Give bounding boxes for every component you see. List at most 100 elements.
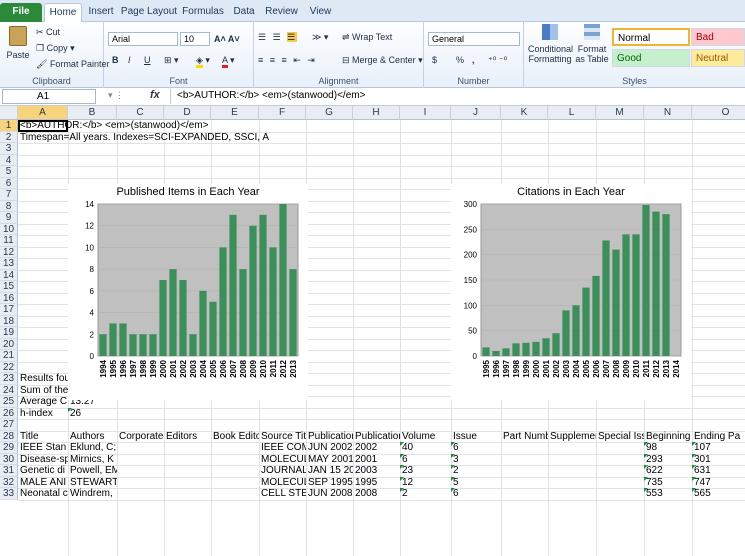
record-cell[interactable]: 6 [451,442,501,454]
formula-input[interactable]: <b>AUTHOR:</b> <em>(stanwood)</em> [170,89,743,104]
column-title[interactable]: Beginning [644,431,692,443]
record-cell[interactable]: 23 [400,465,451,477]
number-format-select[interactable]: General [428,32,520,46]
row-header-33[interactable]: 33 [0,488,18,500]
tab-insert[interactable]: Insert [84,3,118,22]
record-cell[interactable]: IEEE Stan [18,442,68,454]
record-cell[interactable]: 622 [644,465,692,477]
row-header-11[interactable]: 11 [0,235,18,247]
row-header-10[interactable]: 10 [0,223,18,235]
record-cell[interactable]: Genetic di [18,465,68,477]
row-header-28[interactable]: 28 [0,430,18,442]
record-cell[interactable]: 2003 [353,465,400,477]
tab-review[interactable]: Review [262,3,301,22]
row-header-4[interactable]: 4 [0,154,18,166]
record-cell[interactable]: Eklund, C; [68,442,117,454]
comma-button[interactable]: , [472,53,475,67]
row-header-22[interactable]: 22 [0,361,18,373]
record-cell[interactable]: 107 [692,442,745,454]
record-cell[interactable]: MAY 2001 [306,454,353,466]
record-cell[interactable]: JOURNAL [259,465,306,477]
column-title[interactable]: Book Edito [211,431,259,443]
record-cell[interactable]: 2 [400,488,451,500]
summary-label[interactable]: Results fou [18,373,68,385]
tab-file[interactable]: File [0,3,42,22]
tab-home[interactable]: Home [44,3,82,22]
cell-A2[interactable]: Timespan=All years. Indexes=SCI-EXPANDED… [18,132,618,144]
column-header-N[interactable]: N [644,106,692,120]
record-cell[interactable]: 3 [451,453,501,466]
record-cell[interactable]: 553 [644,488,692,500]
record-cell[interactable]: CELL STE [259,488,306,500]
record-cell[interactable]: MOLECUL [259,477,306,489]
row-header-1[interactable]: 1 [0,120,18,132]
row-header-14[interactable]: 14 [0,269,18,281]
fill-color-icon[interactable]: ◈ ▾ [196,53,210,68]
column-title[interactable]: Title [18,431,68,443]
record-cell[interactable]: 631 [692,465,745,477]
row-header-3[interactable]: 3 [0,143,18,155]
row-header-5[interactable]: 5 [0,166,18,178]
column-header-A[interactable]: A [18,106,68,120]
column-title[interactable]: Volume [400,431,451,443]
record-cell[interactable]: JUN 2002 [306,442,353,454]
style-normal[interactable]: Normal [612,28,690,46]
column-title[interactable]: Ending Pa [692,431,745,443]
record-cell[interactable]: 565 [692,488,745,500]
record-cell[interactable]: MOLECUL [259,454,306,466]
row-header-18[interactable]: 18 [0,315,18,327]
tab-formulas[interactable]: Formulas [180,3,226,22]
record-cell[interactable]: 2 [451,465,501,477]
summary-label[interactable]: Average C [18,396,68,408]
style-bad[interactable]: Bad [691,28,745,46]
fx-icon[interactable]: fx [150,89,160,101]
record-cell[interactable]: STEWART [68,477,117,489]
summary-value[interactable]: 26 [68,407,117,420]
row-header-31[interactable]: 31 [0,465,18,477]
column-header-O[interactable]: O [692,106,745,120]
row-header-32[interactable]: 32 [0,476,18,488]
row-header-16[interactable]: 16 [0,292,18,304]
column-header-J[interactable]: J [451,106,501,120]
name-box[interactable]: A1 [2,89,96,104]
record-cell[interactable]: Powell, EM [68,465,117,477]
column-title[interactable]: Publicatior [306,431,353,443]
record-cell[interactable]: MALE ANI [18,477,68,489]
column-title[interactable]: Special Iss [596,431,644,443]
summary-label[interactable]: Sum of the [18,385,68,397]
row-header-27[interactable]: 27 [0,419,18,431]
row-header-30[interactable]: 30 [0,453,18,465]
bold-button[interactable]: B [112,53,119,67]
column-header-E[interactable]: E [211,106,259,120]
column-title[interactable]: Issue [451,431,501,443]
font-name-select[interactable]: Arial [108,32,178,46]
font-color-icon[interactable]: A ▾ [222,53,235,68]
copy-button[interactable]: ❐ Copy ▾ [36,41,75,55]
spreadsheet-grid[interactable]: A B C D E F G H I J K L M N O 1 2 3 4 5 6 7 8 9 10 11 12 13 14 15 16 17… [0,106,745,556]
column-title[interactable]: Corporate [117,431,164,443]
column-header-F[interactable]: F [259,106,306,120]
formula-dropdown-icon[interactable]: ▾ ⋮ [108,90,124,101]
merge-center-button[interactable]: ⊟ Merge & Center ▾ [342,53,423,67]
column-header-I[interactable]: I [400,106,451,120]
cell-A1[interactable]: <b>AUTHOR:</b> <em>(stanwood)</em> [18,120,618,132]
record-cell[interactable]: 6 [400,453,451,466]
row-header-7[interactable]: 7 [0,189,18,201]
column-header-K[interactable]: K [501,106,548,120]
row-header-25[interactable]: 25 [0,396,18,408]
column-header-L[interactable]: L [548,106,596,120]
format-painter-button[interactable]: 🖌 Format Painter [36,57,109,71]
style-neutral[interactable]: Neutral [691,49,745,67]
row-header-9[interactable]: 9 [0,212,18,224]
record-cell[interactable]: 5 [451,476,501,489]
paste-button[interactable]: Paste [4,24,32,64]
record-cell[interactable]: JAN 15 20 [306,465,353,477]
border-icon[interactable]: ⊞ ▾ [164,53,179,67]
column-header-G[interactable]: G [306,106,353,120]
row-header-19[interactable]: 19 [0,327,18,339]
row-header-29[interactable]: 29 [0,442,18,454]
record-cell[interactable]: 301 [692,453,745,466]
column-header-B[interactable]: B [68,106,117,120]
column-header-D[interactable]: D [164,106,211,120]
align-left-icon[interactable]: ≡ ≡ ≡ ⇤ ⇥ [258,53,317,67]
